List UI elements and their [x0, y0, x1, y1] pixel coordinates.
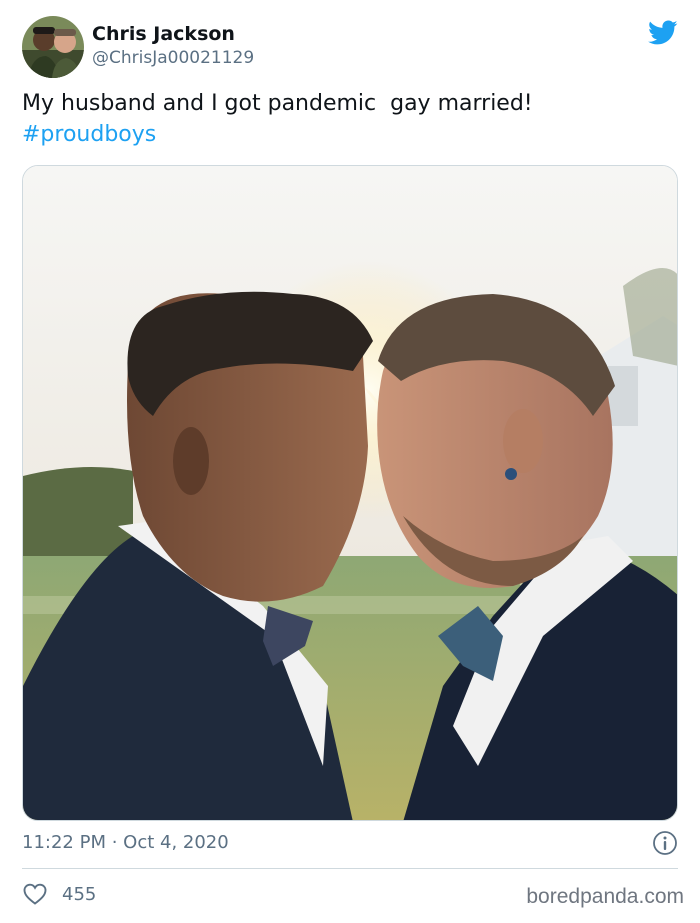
author-handle[interactable]: @ChrisJa00021129	[92, 46, 254, 70]
watermark: boredpanda.com	[526, 885, 684, 908]
tweet-actions: 455	[22, 882, 96, 912]
heart-icon	[23, 883, 47, 905]
tweet-text-line: My husband and I got pandemic gay marrie…	[22, 91, 533, 116]
author-display-name[interactable]: Chris Jackson	[92, 22, 254, 46]
tweet-text: My husband and I got pandemic gay marrie…	[22, 88, 672, 150]
author-info[interactable]: Chris Jackson @ChrisJa00021129	[92, 22, 254, 70]
avatar[interactable]	[22, 16, 84, 78]
twitter-bird-icon[interactable]	[648, 20, 678, 46]
info-icon[interactable]	[652, 830, 678, 856]
tweet-header: Chris Jackson @ChrisJa00021129	[22, 16, 682, 78]
divider	[22, 868, 678, 869]
tweet-photo[interactable]	[22, 165, 678, 821]
like-count: 455	[62, 883, 97, 905]
tweet-meta: 11:22 PM · Oct 4, 2020	[22, 830, 678, 858]
hashtag-link[interactable]: #proudboys	[22, 119, 672, 150]
like-button[interactable]: 455	[22, 882, 96, 906]
tweet-timestamp[interactable]: 11:22 PM · Oct 4, 2020	[22, 832, 229, 853]
